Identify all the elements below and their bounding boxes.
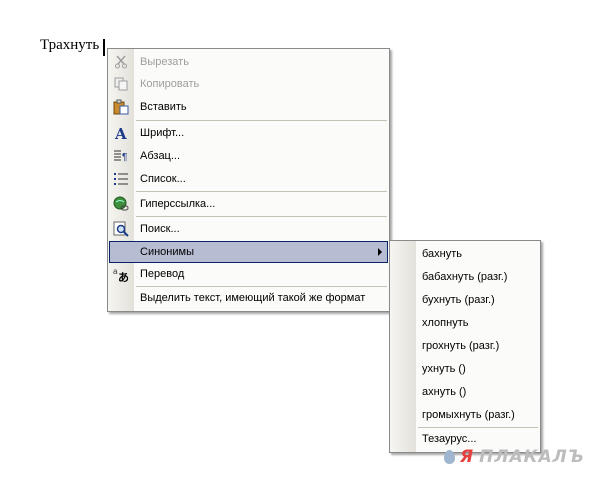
cut-icon — [113, 54, 129, 70]
svg-text:¶: ¶ — [122, 152, 127, 163]
search-icon — [113, 221, 129, 237]
watermark-logo: Я ПЛАКАЛЪ — [444, 444, 585, 470]
synonym-item[interactable]: ухнуть () — [391, 358, 539, 380]
context-menu: Вырезать Копировать Вставить A Шрифт... … — [107, 48, 390, 312]
hyperlink-icon — [113, 196, 129, 212]
svg-text:あ: あ — [118, 271, 129, 282]
synonym-label: бухнуть (разг.) — [422, 294, 495, 306]
translate-icon: aあ — [113, 266, 129, 282]
menu-item-label: Гиперссылка... — [140, 198, 216, 210]
synonym-item[interactable]: громыхнуть (разг.) — [391, 404, 539, 426]
document-text[interactable]: Трахнуть — [40, 37, 99, 54]
menu-item-font[interactable]: A Шрифт... — [109, 122, 388, 144]
synonym-label: бахнуть — [422, 248, 463, 260]
text-caret — [103, 39, 105, 56]
menu-item-translate[interactable]: aあ Перевод — [109, 263, 388, 285]
synonym-label: громыхнуть (разг.) — [422, 409, 515, 421]
synonym-item[interactable]: хлопнуть — [391, 312, 539, 334]
menu-separator — [136, 191, 387, 192]
menu-item-hyperlink[interactable]: Гиперссылка... — [109, 193, 388, 215]
list-icon — [113, 171, 129, 187]
submenu-arrow-icon — [378, 248, 382, 256]
menu-item-list[interactable]: Список... — [109, 168, 388, 190]
menu-item-paste[interactable]: Вставить — [109, 96, 388, 118]
svg-text:A: A — [114, 125, 127, 141]
menu-separator — [136, 120, 387, 121]
synonym-item[interactable]: бабахнуть (разг.) — [391, 266, 539, 288]
watermark-word-1: Я — [460, 447, 475, 467]
synonym-label: грохнуть (разг.) — [422, 340, 500, 352]
menu-item-cut[interactable]: Вырезать — [109, 51, 388, 73]
menu-item-select-similar-format[interactable]: Выделить текст, имеющий такой же формат — [109, 287, 388, 309]
menu-separator — [136, 216, 387, 217]
synonyms-submenu: бахнуть бабахнуть (разг.) бухнуть (разг.… — [389, 240, 541, 453]
synonym-label: хлопнуть — [422, 317, 469, 329]
synonym-label: ухнуть () — [422, 363, 466, 375]
drop-icon — [444, 450, 455, 464]
menu-item-label: Абзац... — [140, 150, 181, 162]
menu-item-label: Шрифт... — [140, 127, 185, 139]
synonym-label: ахнуть () — [422, 386, 467, 398]
menu-item-label: Выделить текст, имеющий такой же формат — [140, 292, 366, 304]
menu-item-synonyms[interactable]: Синонимы — [109, 241, 388, 263]
menu-item-label: Синонимы — [140, 246, 194, 258]
menu-item-copy[interactable]: Копировать — [109, 73, 388, 95]
synonym-item[interactable]: бухнуть (разг.) — [391, 289, 539, 311]
synonym-item[interactable]: грохнуть (разг.) — [391, 335, 539, 357]
menu-item-label: Вырезать — [140, 56, 189, 68]
menu-item-label: Перевод — [140, 268, 185, 280]
menu-item-label: Поиск... — [140, 223, 180, 235]
menu-item-label: Копировать — [140, 78, 200, 90]
paste-icon — [113, 99, 129, 115]
menu-item-label: Список... — [140, 173, 186, 185]
synonym-label: бабахнуть (разг.) — [422, 271, 508, 283]
copy-icon — [113, 76, 129, 92]
synonym-item[interactable]: бахнуть — [391, 243, 539, 265]
font-icon: A — [113, 125, 129, 141]
menu-item-label: Вставить — [140, 101, 187, 113]
menu-item-paragraph[interactable]: ¶ Абзац... — [109, 145, 388, 167]
synonym-item[interactable]: ахнуть () — [391, 381, 539, 403]
menu-item-search[interactable]: Поиск... — [109, 218, 388, 240]
watermark-word-2: ПЛАКАЛЪ — [479, 447, 585, 467]
paragraph-icon: ¶ — [113, 148, 129, 164]
